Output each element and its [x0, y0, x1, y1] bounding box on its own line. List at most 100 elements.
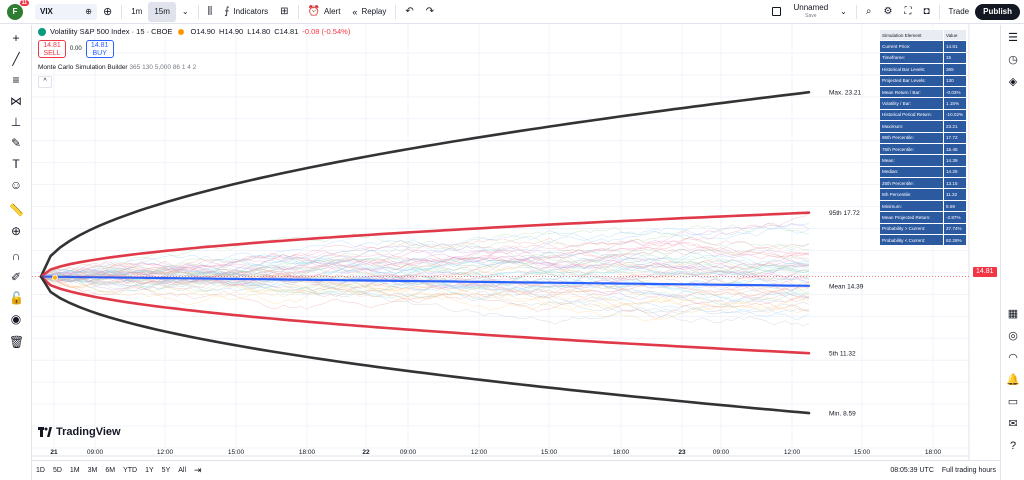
- symbol-search[interactable]: VIX ⊕: [35, 3, 97, 20]
- table-cell-label: 5th Percentile:: [880, 189, 943, 200]
- table-cell-value: 365: [944, 64, 966, 75]
- calendar-icon[interactable]: ▦: [1006, 307, 1020, 321]
- crosshair-icon[interactable]: +: [9, 31, 23, 45]
- date-range-icon[interactable]: ⇥: [190, 465, 206, 476]
- lock-drawing-icon[interactable]: ✐: [9, 270, 23, 284]
- eye-icon[interactable]: ◉: [9, 312, 23, 326]
- utc-clock[interactable]: 08:05:39 UTC: [886, 467, 938, 474]
- session-selector[interactable]: Full trading hours: [938, 467, 1000, 474]
- sell-button[interactable]: 14.81 SELL: [38, 40, 66, 58]
- indicator-legend[interactable]: Monte Carlo Simulation Builder 365 130 5…: [38, 64, 196, 71]
- table-cell-value: 11.32: [944, 189, 966, 200]
- clock-icon[interactable]: ◷: [1006, 53, 1020, 67]
- range-5d[interactable]: 5D: [49, 467, 66, 474]
- chat-icon[interactable]: ▭: [1006, 395, 1020, 409]
- x-tick-label: 18:00: [925, 449, 942, 456]
- x-tick-label: 18:00: [613, 449, 630, 456]
- chevron-down-icon: ⌄: [840, 7, 847, 16]
- layout-select-checkbox[interactable]: [766, 2, 787, 22]
- table-cell-label: Mean Return / Bar:: [880, 86, 943, 98]
- table-cell-label: Mean:: [880, 155, 943, 166]
- tradingview-logo-icon: [38, 427, 52, 437]
- watchlist-icon[interactable]: ☰: [1006, 31, 1020, 45]
- forecast-icon[interactable]: ⊥: [9, 115, 23, 129]
- x-tick-label: 21: [50, 449, 58, 456]
- zoom-in-icon[interactable]: ⊕: [9, 224, 23, 238]
- pattern-icon[interactable]: ⋈: [9, 94, 23, 108]
- range-ytd[interactable]: YTD: [119, 467, 141, 474]
- layout-name: Unnamed: [793, 2, 829, 12]
- magnet-icon[interactable]: ∩: [9, 249, 23, 263]
- range-6m[interactable]: 6M: [101, 467, 119, 474]
- streams-icon[interactable]: ◠: [1006, 351, 1020, 365]
- publish-button[interactable]: Publish: [975, 3, 1020, 20]
- collapse-legend-button[interactable]: ^: [38, 76, 52, 88]
- fullscreen-button[interactable]: ⛶: [898, 2, 917, 22]
- quick-search-button[interactable]: ⌕: [860, 2, 878, 22]
- compare-button[interactable]: ⊕: [97, 2, 118, 22]
- x-tick-label: 15:00: [854, 449, 871, 456]
- table-cell-label: 75th Percentile:: [880, 143, 943, 155]
- text-icon[interactable]: T: [9, 157, 23, 171]
- alert-button[interactable]: ⏰ Alert: [302, 2, 347, 22]
- help-icon[interactable]: ?: [1006, 439, 1020, 453]
- snapshot-button[interactable]: ◘: [917, 2, 935, 22]
- ruler-icon[interactable]: 📏: [9, 203, 24, 217]
- curve-label-p95: 95th 17.72: [829, 210, 860, 217]
- indicator-params: 365 130 5,000 86 1 4 2: [129, 64, 197, 71]
- chevron-down-icon: ⌄: [181, 7, 189, 16]
- emoji-icon[interactable]: ☺: [9, 178, 23, 192]
- range-1d[interactable]: 1D: [32, 467, 49, 474]
- timeframe-15m[interactable]: 15m: [148, 1, 176, 22]
- legend-title[interactable]: Volatility S&P 500 Index · 15 · CBOE: [50, 27, 172, 36]
- messages-icon[interactable]: ✉: [1006, 417, 1020, 431]
- trend-line-icon[interactable]: ╱: [9, 52, 23, 66]
- range-5y[interactable]: 5Y: [158, 467, 175, 474]
- indicators-button[interactable]: ⨍ Indicators: [218, 2, 274, 22]
- trade-button[interactable]: Trade: [943, 2, 976, 22]
- layout-name-button[interactable]: Unnamed Save: [787, 2, 834, 22]
- tradingview-logo[interactable]: TradingView: [38, 426, 121, 438]
- trash-icon[interactable]: 🗑: [9, 335, 24, 349]
- alarm-clock-icon: ⏰: [307, 6, 320, 17]
- divider: [395, 4, 397, 19]
- lock-icon[interactable]: 🔓: [9, 291, 24, 305]
- table-cell-value: 15.45: [944, 143, 966, 155]
- layers-icon[interactable]: ◈: [1006, 75, 1020, 89]
- table-cell-value: -2.87%: [944, 212, 966, 223]
- chart-type-button[interactable]: ⫼: [202, 2, 219, 22]
- fib-retracement-icon[interactable]: ≡: [9, 73, 23, 87]
- x-tick-label: 22: [362, 449, 370, 456]
- legend-low: L14.80: [247, 27, 271, 36]
- divider: [121, 4, 123, 19]
- spread-value: 0.00: [70, 46, 82, 52]
- table-row: Projected Bar Levels: 130: [880, 75, 966, 86]
- range-all[interactable]: All: [174, 467, 190, 474]
- ideas-icon[interactable]: ◎: [1006, 329, 1020, 343]
- timeframe-1m[interactable]: 1m: [125, 2, 148, 22]
- undo-button[interactable]: ↶: [399, 2, 419, 22]
- table-cell-label: Historical Period Return:: [880, 109, 943, 121]
- x-tick-label: 09:00: [713, 449, 730, 456]
- settings-button[interactable]: ⚙: [877, 2, 898, 22]
- price-chart[interactable]: Max. 23.21 95th 17.72 Mean 14.39 5th 11.32 M…: [32, 24, 971, 460]
- timeframe-dropdown[interactable]: ⌄: [176, 2, 195, 22]
- redo-button[interactable]: ↷: [420, 2, 440, 22]
- table-cell-value: 14.81: [944, 41, 966, 52]
- range-1y[interactable]: 1Y: [141, 467, 158, 474]
- replay-button[interactable]: « Replay: [346, 2, 392, 22]
- templates-button[interactable]: ⊞: [274, 2, 294, 22]
- delayed-data-icon: [178, 28, 185, 35]
- user-avatar[interactable]: F 11: [7, 0, 29, 20]
- notifications-icon[interactable]: 🔔: [1006, 373, 1020, 387]
- range-3m[interactable]: 3M: [84, 467, 102, 474]
- logo-text: TradingView: [56, 426, 121, 438]
- brush-icon[interactable]: ✎: [9, 136, 23, 150]
- curve-label-max: Max. 23.21: [829, 90, 862, 97]
- layout-dropdown[interactable]: ⌄: [834, 2, 853, 22]
- range-1m[interactable]: 1M: [66, 467, 84, 474]
- table-cell-value: 15: [944, 52, 966, 64]
- x-tick-label: 12:00: [471, 449, 488, 456]
- table-cell-value: 17.72: [944, 132, 966, 143]
- buy-button[interactable]: 14.81 BUY: [85, 40, 114, 58]
